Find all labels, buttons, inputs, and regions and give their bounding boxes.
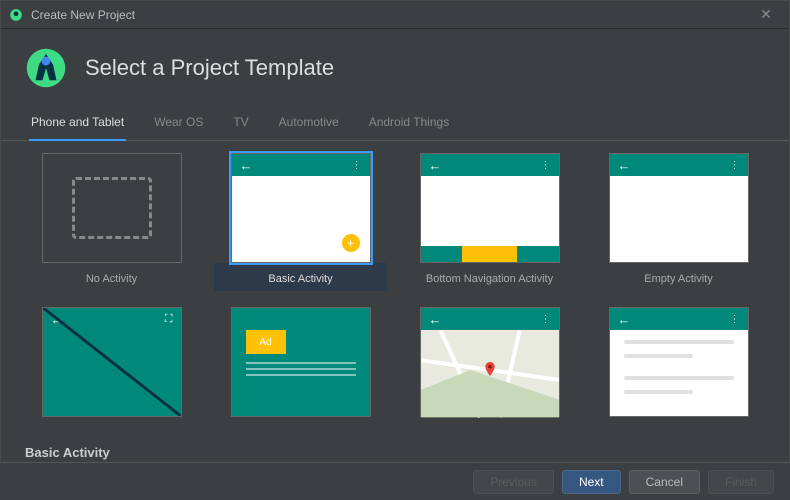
- template-label: Bottom Navigation Activity: [426, 263, 553, 291]
- finish-button[interactable]: Finish: [708, 470, 774, 494]
- template-login-activity[interactable]: ←⋮ Login Activity: [592, 307, 765, 417]
- more-icon: ⋮: [730, 160, 740, 171]
- ad-badge-icon: Ad: [246, 330, 286, 354]
- back-arrow-icon: ←: [618, 312, 631, 327]
- tab-automotive[interactable]: Automotive: [277, 109, 341, 140]
- titlebar-text: Create New Project: [31, 8, 751, 22]
- more-icon: ⋮: [541, 160, 551, 171]
- template-no-activity[interactable]: No Activity: [25, 153, 198, 291]
- tab-phone-tablet[interactable]: Phone and Tablet: [29, 109, 126, 141]
- back-arrow-icon: ←: [240, 158, 253, 173]
- android-studio-logo-icon: [25, 47, 67, 89]
- template-empty-activity[interactable]: ← ⋮ Empty Activity: [592, 153, 765, 291]
- diagonal-line-icon: [43, 308, 181, 416]
- android-studio-icon: [9, 8, 23, 22]
- tab-wear-os[interactable]: Wear OS: [152, 109, 205, 140]
- more-icon: ⋮: [541, 314, 551, 325]
- dashed-box-icon: [72, 177, 152, 239]
- page-title: Select a Project Template: [85, 55, 334, 81]
- template-fullscreen-activity[interactable]: ←⛶ Fullscreen Activity: [25, 307, 198, 417]
- cancel-button[interactable]: Cancel: [629, 470, 700, 494]
- next-button[interactable]: Next: [562, 470, 621, 494]
- back-arrow-icon: ←: [618, 158, 631, 173]
- template-basic-activity[interactable]: ← ⋮ + Basic Activity: [214, 153, 387, 291]
- map-pin-icon: [483, 362, 497, 376]
- fab-icon: +: [342, 234, 360, 252]
- back-arrow-icon: ←: [429, 158, 442, 173]
- tab-tv[interactable]: TV: [231, 109, 250, 140]
- template-google-maps-activity[interactable]: ←⋮ Google Maps Activity: [403, 307, 576, 417]
- template-admob-activity[interactable]: Ad Google AdMob Ads Activity: [214, 307, 387, 417]
- template-grid: No Activity ← ⋮ + Basic Activity ← ⋮ Botto…: [1, 141, 789, 433]
- template-bottom-navigation[interactable]: ← ⋮ Bottom Navigation Activity: [403, 153, 576, 291]
- template-label: Empty Activity: [644, 263, 712, 291]
- close-icon[interactable]: ✕: [751, 6, 781, 23]
- more-icon: ⋮: [352, 160, 362, 171]
- header: Select a Project Template: [1, 29, 789, 101]
- template-label: Basic Activity: [214, 263, 387, 291]
- more-icon: ⋮: [730, 314, 740, 325]
- template-label: No Activity: [86, 263, 137, 291]
- tabs: Phone and Tablet Wear OS TV Automotive A…: [1, 101, 789, 141]
- back-arrow-icon: ←: [429, 312, 442, 327]
- description-title: Basic Activity: [25, 445, 765, 460]
- footer: Previous Next Cancel Finish: [0, 462, 790, 500]
- tab-android-things[interactable]: Android Things: [367, 109, 452, 140]
- titlebar: Create New Project ✕: [1, 1, 789, 29]
- previous-button[interactable]: Previous: [473, 470, 554, 494]
